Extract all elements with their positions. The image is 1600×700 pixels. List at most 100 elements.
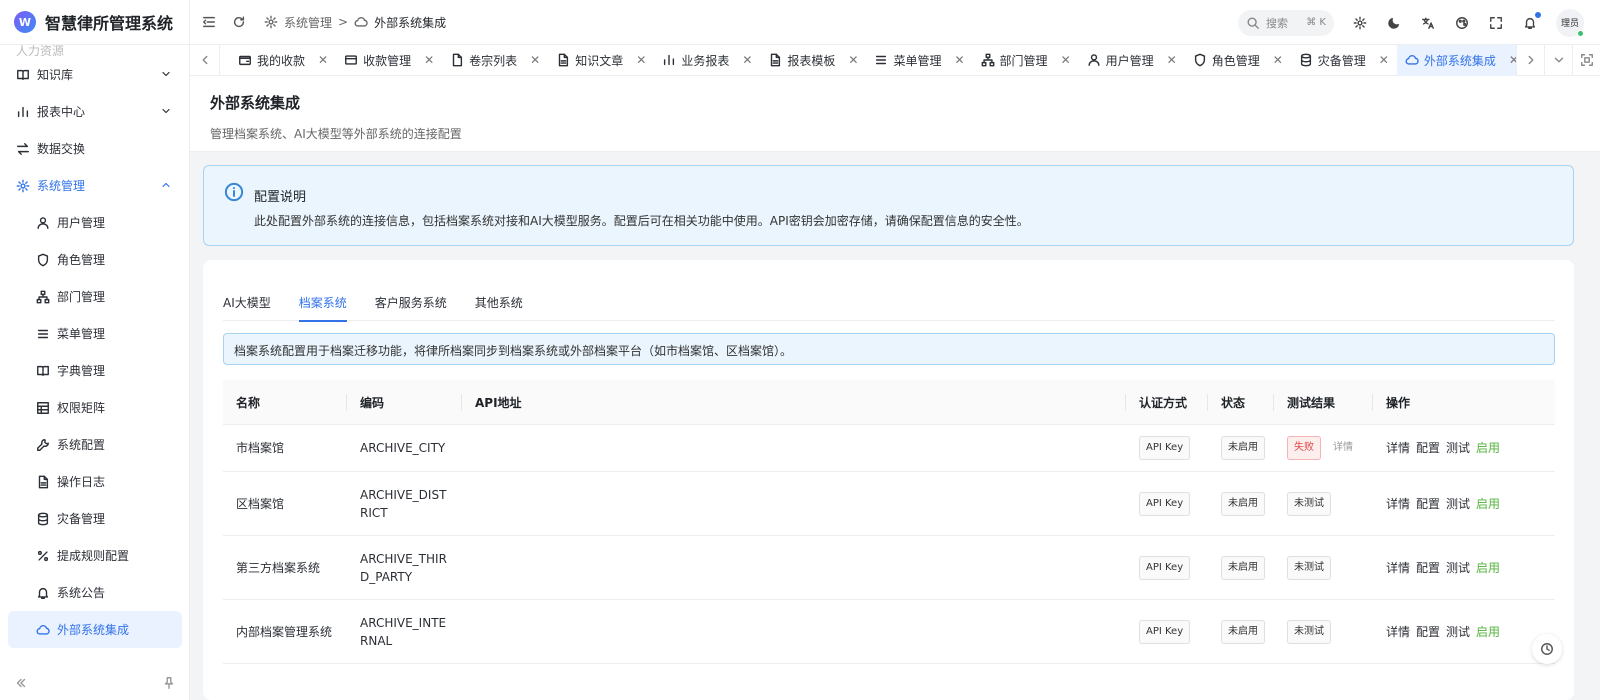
history-button[interactable] <box>1532 634 1562 664</box>
test-button[interactable]: 测试 <box>1446 495 1470 513</box>
tab-knowledge-articles[interactable]: 知识文章 ✕ <box>548 45 654 76</box>
sidebar-item-dict-mgmt[interactable]: 字典管理 <box>8 352 182 389</box>
enable-button[interactable]: 启用 <box>1476 559 1500 577</box>
info-text: 此处配置外部系统的连接信息，包括档案系统对接和AI大模型服务。配置后可在相关功能… <box>254 214 1029 228</box>
chevron-left-icon <box>202 55 207 65</box>
close-icon[interactable]: ✕ <box>636 53 646 67</box>
sidebar-group-knowledge[interactable]: 知识库 <box>0 56 190 93</box>
enable-button[interactable]: 启用 <box>1476 495 1500 513</box>
sidebar-item-menu-mgmt[interactable]: 菜单管理 <box>8 315 182 352</box>
language-button[interactable] <box>1420 15 1436 31</box>
sidebar-item-commission-rules[interactable]: 提成规则配置 <box>8 537 182 574</box>
test-button[interactable]: 测试 <box>1446 623 1470 641</box>
sidebar-footer <box>0 676 190 690</box>
tab-menu-mgmt[interactable]: 菜单管理 ✕ <box>866 45 972 76</box>
sidebar-item-announcements[interactable]: 系统公告 <box>8 574 182 611</box>
sidebar-item-external-integration[interactable]: 外部系统集成 <box>8 611 182 648</box>
tabs-maximize[interactable] <box>1572 44 1600 76</box>
tab-user-mgmt[interactable]: 用户管理 ✕ <box>1079 45 1185 76</box>
notification-dot <box>1535 11 1541 18</box>
table-row: 第三方档案系统 ARCHIVE_THIRD_PARTY API Key 未启用 … <box>223 536 1555 600</box>
sidebar-item-disaster-recovery[interactable]: 灾备管理 <box>8 500 182 537</box>
close-icon[interactable]: ✕ <box>1509 53 1516 67</box>
system-type-tabs: AI大模型 档案系统 客户服务系统 其他系统 <box>223 284 1555 322</box>
enable-button[interactable]: 启用 <box>1476 623 1500 641</box>
config-info-box: 配置说明 此处配置外部系统的连接信息，包括档案系统对接和AI大模型服务。配置后可… <box>203 165 1574 246</box>
enable-button[interactable]: 启用 <box>1476 439 1500 457</box>
column-header-test: 测试结果 <box>1274 380 1373 425</box>
clock-icon <box>1541 643 1553 655</box>
tab-archive-systems[interactable]: 档案系统 <box>298 284 347 322</box>
search-box[interactable]: 搜索 ⌘ K <box>1238 9 1334 36</box>
grid-icon <box>37 401 49 414</box>
close-icon[interactable]: ✕ <box>1167 53 1177 67</box>
tab-role-mgmt[interactable]: 角色管理 ✕ <box>1185 45 1291 76</box>
tab-external-integration[interactable]: 外部系统集成 ✕ <box>1396 44 1516 76</box>
close-icon[interactable]: ✕ <box>1273 53 1283 67</box>
tab-receipt-mgmt[interactable]: 收款管理 ✕ <box>336 45 442 76</box>
sidebar-item-hr[interactable]: 人力资源 <box>0 45 190 56</box>
palette-button[interactable] <box>1454 15 1470 31</box>
sidebar-item-label: 提成规则配置 <box>57 549 130 563</box>
sidebar-group-data-exchange[interactable]: 数据交换 <box>0 130 190 167</box>
settings-button[interactable] <box>1352 15 1368 31</box>
sidebar-group-system[interactable]: 系统管理 <box>0 167 190 204</box>
tab-ai-models[interactable]: AI大模型 <box>223 284 271 321</box>
detail-button[interactable]: 详情 <box>1386 439 1410 457</box>
close-icon[interactable]: ✕ <box>530 53 540 67</box>
tab-business-reports[interactable]: 业务报表 ✕ <box>654 45 760 76</box>
tab-label: 角色管理 <box>1211 53 1260 68</box>
cell-name: 区档案馆 <box>236 496 285 511</box>
sidebar-group-reports[interactable]: 报表中心 <box>0 93 190 130</box>
app-logo[interactable]: W 智慧律所管理系统 <box>0 0 189 45</box>
config-button[interactable]: 配置 <box>1416 439 1440 457</box>
tab-disaster-recovery[interactable]: 灾备管理 ✕ <box>1291 45 1397 76</box>
tab-my-receipts[interactable]: 我的收款 ✕ <box>230 45 336 76</box>
detail-button[interactable]: 详情 <box>1386 495 1410 513</box>
tab-case-files[interactable]: 卷宗列表 ✕ <box>442 45 548 76</box>
breadcrumb-item[interactable]: 系统管理 <box>284 14 332 31</box>
fullscreen-button[interactable] <box>1488 15 1504 31</box>
collapse-sidebar-icon[interactable] <box>14 676 28 690</box>
test-button[interactable]: 测试 <box>1446 559 1470 577</box>
sidebar-item-role-mgmt[interactable]: 角色管理 <box>8 241 182 278</box>
tabs-scroll-right[interactable] <box>1516 44 1544 76</box>
close-icon[interactable]: ✕ <box>1379 53 1389 67</box>
detail-button[interactable]: 详情 <box>1386 559 1410 577</box>
detail-button[interactable]: 详情 <box>1386 623 1410 641</box>
menu-toggle-button[interactable] <box>198 11 220 33</box>
row-actions: 详情 配置 测试 启用 <box>1373 559 1555 577</box>
tabs-dropdown[interactable] <box>1544 44 1572 76</box>
tab-other-systems[interactable]: 其他系统 <box>475 284 523 321</box>
test-detail-link[interactable]: 详情 <box>1333 442 1353 453</box>
close-icon[interactable]: ✕ <box>742 53 752 67</box>
close-icon[interactable]: ✕ <box>954 53 964 67</box>
refresh-button[interactable] <box>228 11 250 33</box>
avatar[interactable]: 理员 <box>1556 8 1584 37</box>
close-icon[interactable]: ✕ <box>1061 53 1071 67</box>
pin-icon[interactable] <box>162 676 176 690</box>
tab-dept-mgmt[interactable]: 部门管理 ✕ <box>973 45 1079 76</box>
tabs-scroll-left[interactable] <box>190 44 220 76</box>
notification-button[interactable] <box>1522 11 1541 31</box>
close-icon[interactable]: ✕ <box>424 53 434 67</box>
auth-tag: API Key <box>1139 555 1191 580</box>
theme-toggle-button[interactable] <box>1386 15 1402 31</box>
test-button[interactable]: 测试 <box>1446 439 1470 457</box>
tabs-bar: 我的收款 ✕ 收款管理 ✕ 卷宗列表 ✕ 知识文章 ✕ 业务报表 ✕ 报表模板 ✕ 菜单管理… <box>190 44 1600 76</box>
sidebar-item-system-config[interactable]: 系统配置 <box>8 426 182 463</box>
sidebar-item-permission-matrix[interactable]: 权限矩阵 <box>8 389 182 426</box>
tab-label: 外部系统集成 <box>1423 53 1496 68</box>
close-icon[interactable]: ✕ <box>848 53 858 67</box>
sidebar-item-operation-log[interactable]: 操作日志 <box>8 463 182 500</box>
cloud-icon <box>354 17 368 27</box>
tab-customer-service-systems[interactable]: 客户服务系统 <box>375 284 447 321</box>
breadcrumb: 系统管理 > 外部系统集成 <box>264 14 446 31</box>
sidebar-item-dept-mgmt[interactable]: 部门管理 <box>8 278 182 315</box>
tab-report-templates[interactable]: 报表模板 ✕ <box>760 45 866 76</box>
config-button[interactable]: 配置 <box>1416 559 1440 577</box>
sidebar-item-user-mgmt[interactable]: 用户管理 <box>8 204 182 241</box>
config-button[interactable]: 配置 <box>1416 623 1440 641</box>
close-icon[interactable]: ✕ <box>318 53 328 67</box>
config-button[interactable]: 配置 <box>1416 495 1440 513</box>
